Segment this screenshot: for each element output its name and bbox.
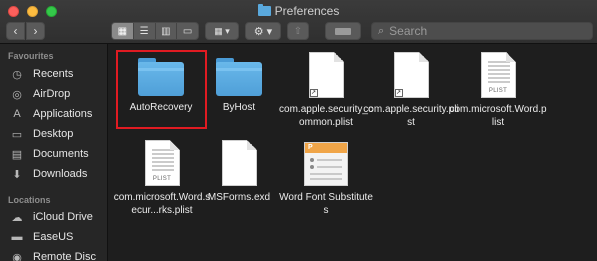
plist-icon: PLIST	[144, 140, 180, 186]
sidebar-item-downloads[interactable]: ⬇ Downloads	[10, 165, 87, 183]
desktop-icon: ▭	[11, 128, 23, 141]
sidebar-item-label: EaseUS	[33, 231, 74, 243]
clock-icon: ◷	[12, 68, 22, 81]
plist-badge: PLIST	[152, 176, 172, 182]
document-icon	[221, 140, 257, 186]
sidebar-item-label: Documents	[33, 148, 89, 160]
alias-arrow-icon: ↗	[394, 89, 403, 97]
applications-icon: A	[13, 108, 21, 120]
file-item-word-plist[interactable]: PLIST com.microsoft.Word.plist	[449, 52, 547, 129]
sidebar-item-label: Remote Disc	[33, 251, 96, 261]
file-name: com.apple.security_common.plist	[279, 104, 373, 128]
title-bar: Preferences ‹ › ▦ ☰ ▥ ▭ ▦ ▾ ⚙ ▾ ⇧ ⌕ Sear…	[0, 0, 597, 44]
selection-highlight	[116, 50, 207, 129]
documents-icon: ▤	[11, 148, 23, 161]
window-title: Preferences	[0, 4, 597, 18]
sidebar-item-label: Desktop	[33, 128, 74, 140]
disc-icon: ◉	[12, 251, 22, 261]
window-title-text: Preferences	[274, 4, 340, 18]
file-name: com.apple.security.plist	[363, 104, 459, 128]
sidebar: Favourites ◷ Recents ◎ AirDrop A Applica…	[0, 44, 108, 261]
file-name: Word Font Substitutes	[279, 192, 373, 216]
view-mode-control: ▦ ☰ ▥ ▭	[111, 22, 199, 40]
sidebar-item-label: iCloud Drive	[33, 211, 93, 223]
tags-button[interactable]	[325, 22, 361, 40]
share-button[interactable]: ⇧	[287, 22, 309, 40]
sidebar-item-easeus[interactable]: ▬ EaseUS	[10, 228, 74, 246]
favourites-heading: Favourites	[8, 51, 54, 61]
file-name: MSForms.exd	[207, 192, 271, 203]
sidebar-item-applications[interactable]: A Applications	[10, 105, 92, 123]
alias-arrow-icon: ↗	[309, 89, 318, 97]
cloud-icon: ☁	[11, 211, 23, 224]
sidebar-item-icloud-drive[interactable]: ☁ iCloud Drive	[10, 208, 93, 226]
word-font-icon: P	[304, 142, 348, 186]
sidebar-item-remote-disc[interactable]: ◉ Remote Disc	[10, 248, 96, 261]
group-by-button[interactable]: ▦ ▾	[205, 22, 239, 40]
back-button[interactable]: ‹	[6, 22, 25, 40]
disk-icon: ▬	[11, 231, 23, 243]
search-field[interactable]: ⌕ Search	[371, 22, 593, 40]
list-view-button[interactable]: ☰	[134, 23, 156, 39]
document-icon: ↗	[393, 52, 429, 98]
folder-icon	[216, 58, 262, 96]
sidebar-item-airdrop[interactable]: ◎ AirDrop	[10, 85, 70, 103]
folder-icon	[257, 4, 271, 16]
document-icon: ↗	[308, 52, 344, 98]
sidebar-item-label: Recents	[33, 68, 74, 80]
icon-view-button[interactable]: ▦	[112, 23, 134, 39]
column-view-button[interactable]: ▥	[156, 23, 178, 39]
locations-heading: Locations	[8, 195, 51, 205]
file-item-msforms-exd[interactable]: MSForms.exd	[190, 140, 288, 205]
sidebar-item-desktop[interactable]: ▭ Desktop	[10, 125, 74, 143]
search-placeholder: Search	[389, 24, 428, 38]
finder-window: Preferences ‹ › ▦ ☰ ▥ ▭ ▦ ▾ ⚙ ▾ ⇧ ⌕ Sear…	[0, 0, 597, 261]
plist-badge: PLIST	[488, 88, 508, 94]
file-item-word-font-substitutes[interactable]: P Word Font Substitutes	[277, 142, 375, 217]
sidebar-item-label: Applications	[33, 108, 93, 120]
forward-button[interactable]: ›	[26, 22, 45, 40]
downloads-icon: ⬇	[12, 168, 22, 181]
sidebar-item-label: Downloads	[33, 168, 88, 180]
airdrop-icon: ◎	[12, 88, 22, 101]
plist-icon: PLIST	[480, 52, 516, 98]
sidebar-item-recents[interactable]: ◷ Recents	[10, 65, 73, 83]
file-item-security-plist[interactable]: ↗ com.apple.security.plist	[362, 52, 460, 129]
file-name: com.microsoft.Word.plist	[449, 104, 547, 128]
gallery-view-button[interactable]: ▭	[177, 23, 198, 39]
file-item-security-common-plist[interactable]: ↗ com.apple.security_common.plist	[277, 52, 375, 129]
action-gear-button[interactable]: ⚙ ▾	[245, 22, 281, 40]
sidebar-item-label: AirDrop	[33, 88, 71, 100]
sidebar-item-documents[interactable]: ▤ Documents	[10, 145, 89, 163]
search-icon: ⌕	[378, 24, 385, 37]
